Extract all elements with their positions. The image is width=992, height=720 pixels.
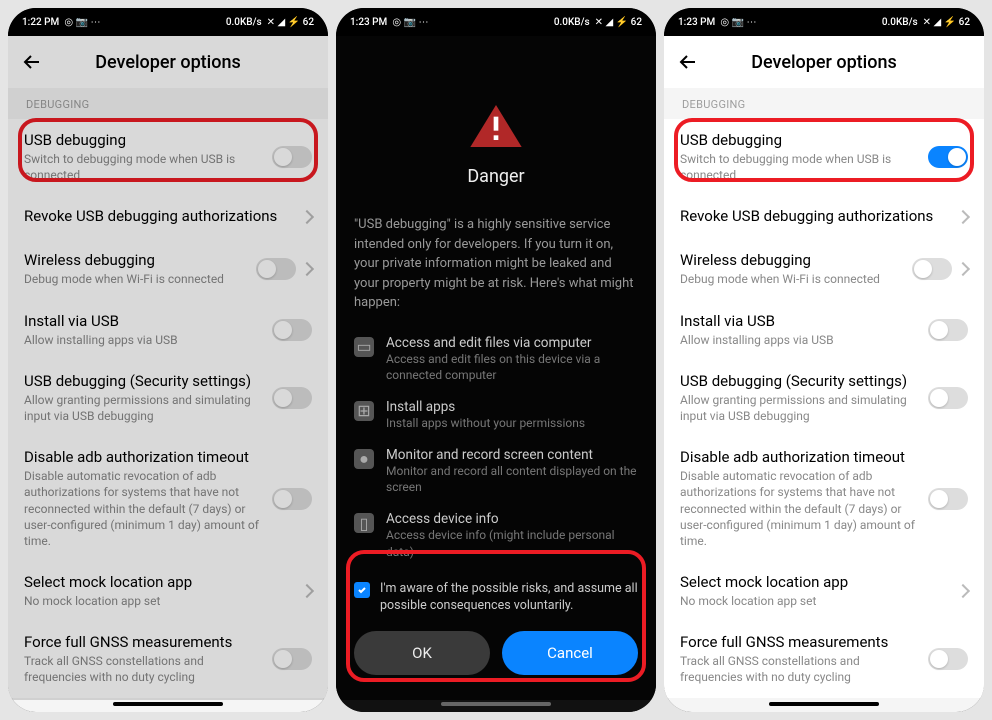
status-icons-right: ✕ ◢ ⚡ 62: [595, 17, 642, 28]
setting-mock-location[interactable]: Select mock location app No mock locatio…: [664, 561, 984, 621]
setting-usb-debugging[interactable]: USB debugging Switch to debugging mode w…: [664, 119, 984, 195]
chevron-right-icon: [300, 584, 314, 598]
status-net: 0.0KB/s: [882, 17, 918, 28]
setting-adb-timeout[interactable]: Disable adb authorization timeout Disabl…: [8, 436, 328, 561]
status-net: 0.0KB/s: [554, 17, 590, 28]
agree-text: I'm aware of the possible risks, and ass…: [380, 580, 638, 615]
risk-device: ▯ Access device info Access device info …: [354, 511, 638, 559]
toggle[interactable]: [928, 488, 968, 510]
toggle[interactable]: [928, 319, 968, 341]
status-bar: 1:23 PM ◎ 📷 ⋯ 0.0KB/s ✕ ◢ ⚡ 62: [664, 8, 984, 36]
setting-revoke[interactable]: Revoke USB debugging authorizations: [8, 195, 328, 239]
toggle[interactable]: [272, 488, 312, 510]
ok-button[interactable]: OK: [354, 631, 490, 675]
setting-install-usb[interactable]: Install via USB Allow installing apps vi…: [664, 300, 984, 360]
section-label: DEBUGGING: [664, 88, 984, 119]
camera-icon: ●: [354, 449, 374, 469]
warning-icon: [468, 102, 524, 150]
status-time: 1:23 PM: [678, 17, 715, 28]
status-icons-right: ✕ ◢ ⚡ 62: [267, 17, 314, 28]
page-header: Developer options: [8, 36, 328, 88]
setting-sub: Switch to debugging mode when USB is con…: [24, 151, 264, 183]
status-net: 0.0KB/s: [226, 17, 262, 28]
danger-dialog: Danger "USB debugging" is a highly sensi…: [336, 36, 656, 700]
apps-icon: ⊞: [354, 401, 374, 421]
toggle[interactable]: [272, 648, 312, 670]
status-icons-left: ◎ 📷 ⋯: [720, 17, 756, 28]
navigation-bar: [664, 700, 984, 712]
navigation-bar: [336, 700, 656, 712]
phone-icon: ▯: [354, 513, 374, 533]
setting-wireless[interactable]: Wireless debugging Debug mode when Wi-Fi…: [664, 239, 984, 299]
dialog-title: Danger: [354, 166, 638, 187]
setting-title: USB debugging: [680, 131, 920, 149]
computer-icon: ▭: [354, 337, 374, 357]
toggle[interactable]: [256, 258, 296, 280]
phone-screenshot-1: 1:22 PM ◎ 📷 ⋯ 0.0KB/s ✕ ◢ ⚡ 62 Developer…: [8, 8, 328, 712]
status-bar: 1:22 PM ◎ 📷 ⋯ 0.0KB/s ✕ ◢ ⚡ 62: [8, 8, 328, 36]
setting-adb-timeout[interactable]: Disable adb authorization timeout Disabl…: [664, 436, 984, 561]
page-title: Developer options: [44, 52, 292, 73]
usb-debugging-toggle[interactable]: [272, 146, 312, 168]
setting-gnss[interactable]: Force full GNSS measurements Track all G…: [8, 621, 328, 697]
back-icon[interactable]: [20, 50, 44, 74]
setting-revoke[interactable]: Revoke USB debugging authorizations: [664, 195, 984, 239]
chevron-right-icon: [956, 210, 970, 224]
chevron-right-icon: [300, 210, 314, 224]
setting-install-usb[interactable]: Install via USB Allow installing apps vi…: [8, 300, 328, 360]
dialog-body: "USB debugging" is a highly sensitive se…: [354, 215, 638, 313]
status-icons-right: ✕ ◢ ⚡ 62: [923, 17, 970, 28]
navigation-bar: [8, 700, 328, 712]
phone-screenshot-3: 1:23 PM ◎ 📷 ⋯ 0.0KB/s ✕ ◢ ⚡ 62 Developer…: [664, 8, 984, 712]
toggle[interactable]: [928, 387, 968, 409]
checkbox-checked-icon[interactable]: [354, 582, 370, 598]
risk-files: ▭ Access and edit files via computer Acc…: [354, 335, 638, 383]
setting-wireless[interactable]: Wireless debugging Debug mode when Wi-Fi…: [8, 239, 328, 299]
setting-title: USB debugging: [24, 131, 264, 149]
status-bar: 1:23 PM ◎ 📷 ⋯ 0.0KB/s ✕ ◢ ⚡ 62: [336, 8, 656, 36]
usb-debugging-toggle[interactable]: [928, 146, 968, 168]
phone-screenshot-2: 1:23 PM ◎ 📷 ⋯ 0.0KB/s ✕ ◢ ⚡ 62 Danger "U…: [336, 8, 656, 712]
chevron-right-icon: [300, 262, 314, 276]
status-time: 1:22 PM: [22, 17, 59, 28]
status-time: 1:23 PM: [350, 17, 387, 28]
agree-checkbox-row[interactable]: I'm aware of the possible risks, and ass…: [354, 580, 638, 615]
status-icons-left: ◎ 📷 ⋯: [392, 17, 428, 28]
back-icon[interactable]: [676, 50, 700, 74]
setting-sub: Switch to debugging mode when USB is con…: [680, 151, 920, 183]
chevron-right-icon: [956, 584, 970, 598]
toggle[interactable]: [272, 319, 312, 341]
setting-gnss[interactable]: Force full GNSS measurements Track all G…: [664, 621, 984, 697]
setting-security[interactable]: USB debugging (Security settings) Allow …: [8, 360, 328, 436]
section-label: DEBUGGING: [8, 88, 328, 119]
setting-security[interactable]: USB debugging (Security settings) Allow …: [664, 360, 984, 436]
toggle[interactable]: [912, 258, 952, 280]
setting-usb-debugging[interactable]: USB debugging Switch to debugging mode w…: [8, 119, 328, 195]
toggle[interactable]: [928, 648, 968, 670]
risk-screen: ● Monitor and record screen content Moni…: [354, 447, 638, 495]
status-icons-left: ◎ 📷 ⋯: [64, 17, 100, 28]
chevron-right-icon: [956, 262, 970, 276]
toggle[interactable]: [272, 387, 312, 409]
cancel-button[interactable]: Cancel: [502, 631, 638, 675]
risk-apps: ⊞ Install apps Install apps without your…: [354, 399, 638, 431]
setting-mock-location[interactable]: Select mock location app No mock locatio…: [8, 561, 328, 621]
page-title: Developer options: [700, 52, 948, 73]
page-header: Developer options: [664, 36, 984, 88]
